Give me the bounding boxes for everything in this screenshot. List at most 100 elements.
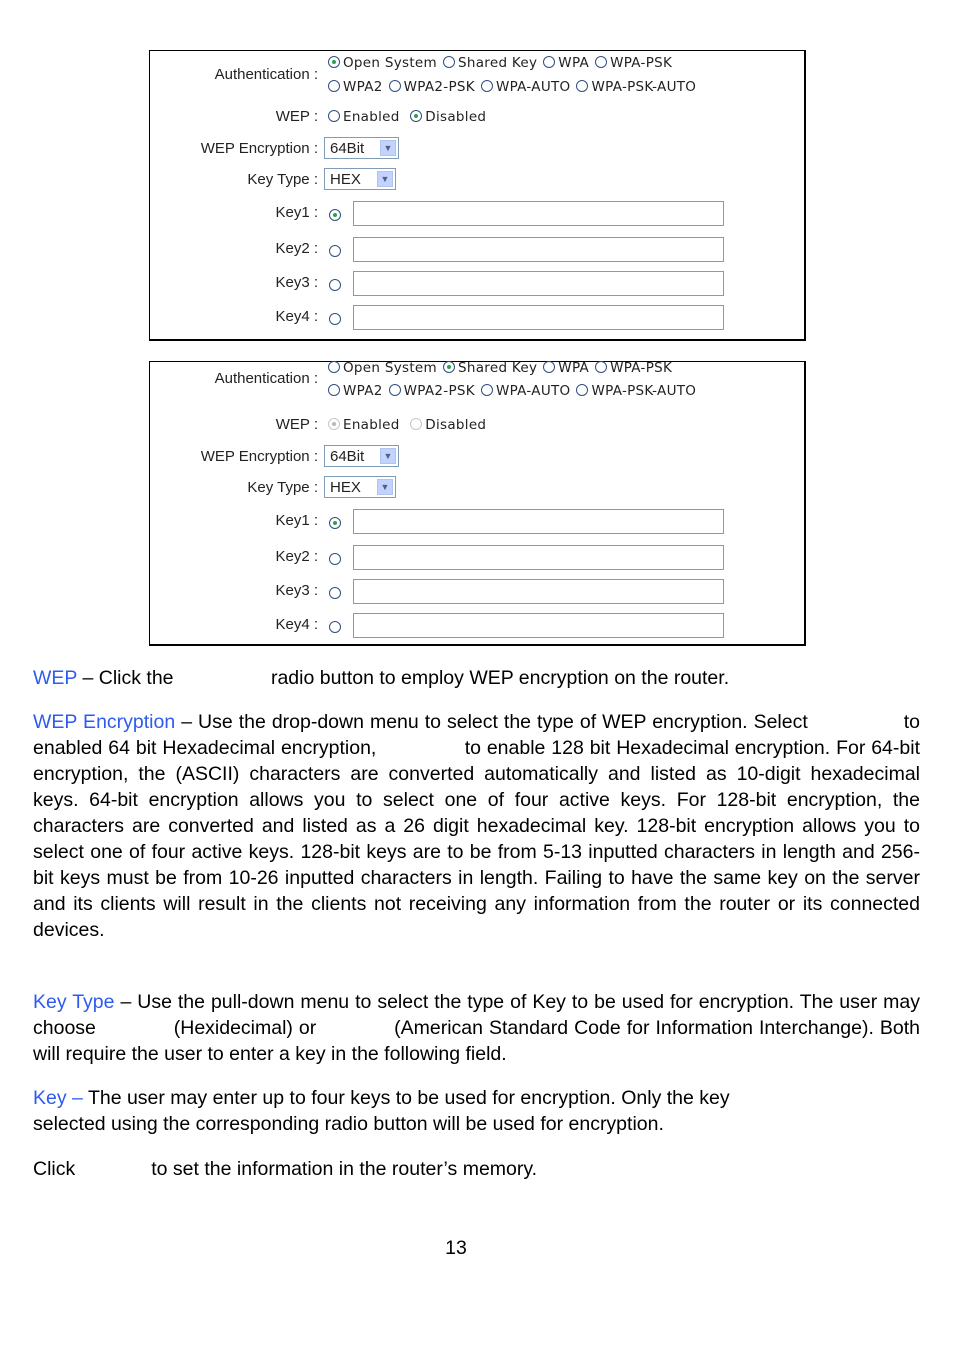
auth-radio[interactable] [328,80,340,92]
auth-radio[interactable] [443,361,455,373]
key-select-radio[interactable] [329,553,341,565]
auth-option-label: WPA-PSK [610,55,673,71]
wireless-security-panel-shared-key: Authentication : Open System Shared Key WP… [149,360,806,646]
key-input[interactable] [353,509,724,534]
auth-radio[interactable] [576,384,589,396]
chevron-down-icon[interactable]: ▼ [377,479,393,495]
wep-description: WEP – Click the radio button to employ W… [33,665,920,691]
auth-option[interactable]: WPA-PSK [595,55,672,71]
auth-option[interactable]: WPA-AUTO [480,79,571,95]
auth-radio[interactable] [480,80,493,92]
auth-option[interactable]: WPA-PSK [595,360,672,376]
wep-disabled-option[interactable]: Disabled [410,109,486,125]
key-type-select[interactable]: HEX ▼ [324,476,396,498]
auth-option-label: WPA [558,55,590,71]
key-type-value: HEX [330,171,361,188]
chevron-down-icon[interactable]: ▼ [380,140,396,156]
key-select-radio[interactable] [329,313,341,325]
click-text-a: Click [33,1158,76,1180]
wep-options: Enabled Disabled [328,417,492,433]
auth-options-row1: Open System Shared Key WPA WPA-PSK [328,55,678,71]
wep-enabled-label: Enabled [343,417,400,433]
key-desc-line1: The user may enter up to four keys to be… [82,1087,730,1109]
auth-option-label: WPA2 [343,79,383,95]
key-label: Key1 : [275,204,318,221]
auth-option-label: WPA-PSK [610,360,673,376]
key-description: Key – The user may enter up to four keys… [33,1085,920,1137]
wep-disabled-option: Disabled [410,417,486,433]
wep-label: WEP : [275,108,318,125]
key-type-label: Key Type : [247,171,318,188]
auth-option-label: WPA-AUTO [495,383,571,399]
wep-desc-b: radio button to employ WEP encryption on… [270,667,730,689]
wep-enabled-option[interactable]: Enabled [328,109,400,125]
auth-radio[interactable] [480,384,493,396]
auth-option-label: WPA-AUTO [495,79,571,95]
auth-radio[interactable] [595,56,608,68]
chevron-down-icon[interactable]: ▼ [377,171,393,187]
wep-options: Enabled Disabled [328,109,492,125]
key-row: Key2 : [150,237,804,263]
auth-radio[interactable] [328,56,340,68]
key-select-radio[interactable] [329,209,341,221]
auth-options-row2: WPA2 WPA2-PSK WPA-AUTO WPA-PSK-AUTO [328,79,702,95]
auth-option-label: Shared Key [458,55,538,71]
key-label: Key2 : [275,548,318,565]
auth-radio[interactable] [388,384,401,396]
auth-option[interactable]: Open System [328,55,437,71]
key-input[interactable] [353,271,724,296]
key-select-radio[interactable] [329,279,341,291]
auth-option[interactable]: WPA2-PSK [388,383,475,399]
auth-option-label: WPA [558,360,590,376]
wep-encryption-label: WEP Encryption : [200,140,318,157]
wep-term: WEP [33,667,78,689]
wep-disabled-radio[interactable] [410,110,423,122]
wep-encryption-value: 64Bit [330,448,365,465]
auth-option[interactable]: WPA-PSK-AUTO [576,79,696,95]
key-label: Key1 : [275,512,318,529]
key-desc-line2: selected using the corresponding radio b… [33,1113,664,1135]
auth-radio[interactable] [328,384,340,396]
click-text-b: to set the information in the router’s m… [151,1158,538,1180]
key-row: Key4 : [150,305,804,331]
auth-option[interactable]: WPA2-PSK [388,79,475,95]
auth-option-label: WPA-PSK-AUTO [591,79,697,95]
wep-disabled-label: Disabled [425,417,487,433]
auth-option-label: Shared Key [458,360,538,376]
auth-option[interactable]: WPA [543,55,589,71]
auth-option[interactable]: WPA-PSK-AUTO [576,383,696,399]
auth-radio[interactable] [328,361,340,373]
key-select-radio[interactable] [329,587,341,599]
key-type-select[interactable]: HEX ▼ [324,168,396,190]
auth-radio[interactable] [543,56,556,68]
wep-encryption-select[interactable]: 64Bit ▼ [324,445,399,467]
chevron-down-icon[interactable]: ▼ [380,448,396,464]
auth-option[interactable]: WPA [543,360,589,376]
key-select-radio[interactable] [329,245,341,257]
key-input[interactable] [353,613,724,638]
key-input[interactable] [353,305,724,330]
auth-option[interactable]: Open System [328,360,437,376]
key-input[interactable] [353,201,724,226]
wep-encryption-select[interactable]: 64Bit ▼ [324,137,399,159]
key-select-radio[interactable] [329,517,341,529]
auth-option[interactable]: Shared Key [443,360,537,376]
auth-radio[interactable] [388,80,401,92]
auth-radio[interactable] [576,80,589,92]
key-type-value: HEX [330,479,361,496]
key-input[interactable] [353,237,724,262]
auth-option[interactable]: WPA2 [328,79,383,95]
auth-option[interactable]: WPA-AUTO [480,383,571,399]
key-label: Key2 : [275,240,318,257]
auth-option[interactable]: Shared Key [443,55,537,71]
auth-radio[interactable] [595,361,608,373]
auth-radio[interactable] [543,361,556,373]
key-row: Key4 : [150,613,804,639]
wep-desc-a: – Click the [77,667,179,689]
key-input[interactable] [353,545,724,570]
key-select-radio[interactable] [329,621,341,633]
key-input[interactable] [353,579,724,604]
auth-option[interactable]: WPA2 [328,383,383,399]
wep-enabled-radio[interactable] [328,110,340,122]
auth-radio[interactable] [443,56,455,68]
